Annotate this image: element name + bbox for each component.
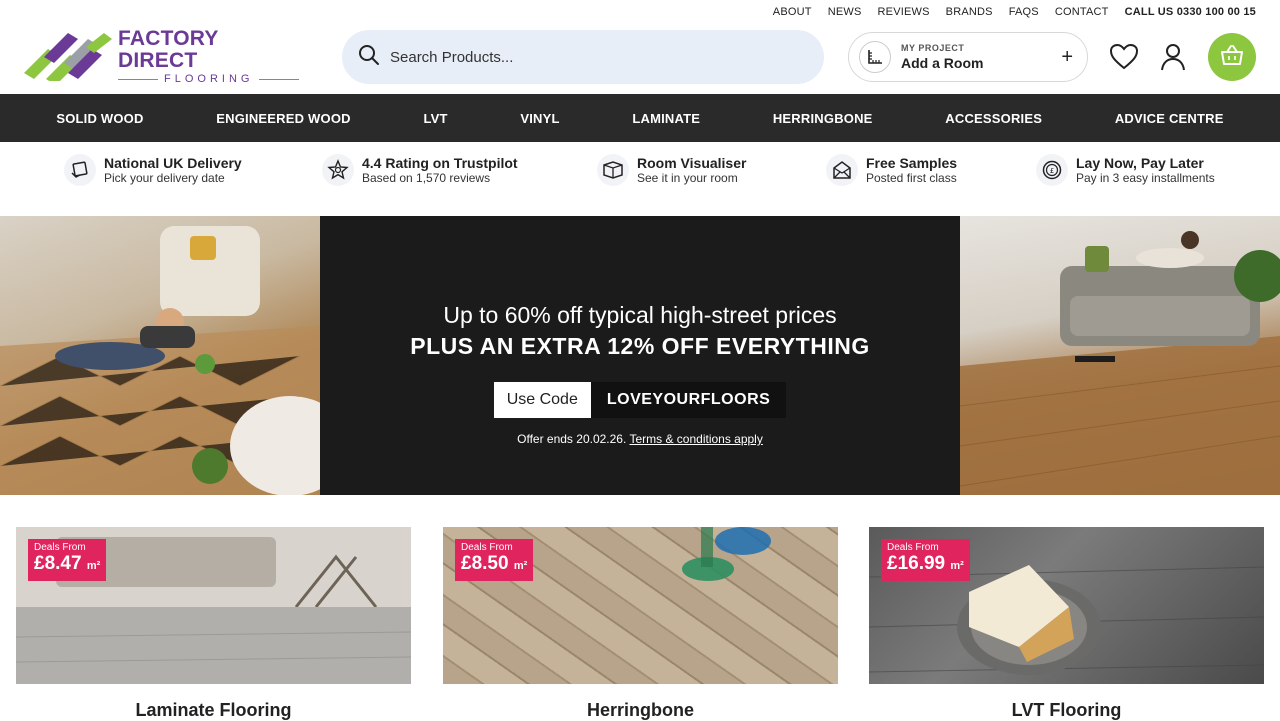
basket-button[interactable]: [1208, 33, 1256, 81]
deal-price-value: £8.50: [461, 553, 509, 574]
delivery-icon: [64, 154, 96, 186]
logo-line1: FACTORY DIRECT: [118, 27, 219, 72]
category-name[interactable]: LVT Flooring: [869, 700, 1264, 721]
promo-code-value[interactable]: LOVEYOURFLOORS: [590, 382, 787, 418]
usp-delivery-title: National UK Delivery: [104, 154, 242, 171]
nav-laminate[interactable]: LAMINATE: [632, 111, 700, 126]
promo-code-label: Use Code: [493, 382, 591, 418]
hero-image-left: [0, 216, 320, 495]
category-name[interactable]: Laminate Flooring: [16, 700, 411, 721]
usp-visualiser-title: Room Visualiser: [637, 154, 747, 171]
usp-pay-later-title: Lay Now, Pay Later: [1076, 154, 1204, 171]
deal-label: Deals From: [887, 542, 939, 553]
envelope-icon: [826, 154, 858, 186]
logo-rule-left: [118, 78, 158, 80]
hero-headline: Up to 60% off typical high-street prices: [443, 302, 837, 328]
usp-delivery[interactable]: National UK Delivery Pick your delivery …: [64, 154, 242, 186]
usp-strip: National UK Delivery Pick your delivery …: [0, 142, 1280, 216]
nav-solid-wood[interactable]: SOLID WOOD: [56, 111, 143, 126]
deal-price: £8.47 m²: [34, 553, 100, 577]
deal-badge: Deals From £8.50 m²: [455, 539, 534, 581]
category-card-laminate[interactable]: Deals From £8.47 m² Laminate Flooring: [16, 527, 411, 721]
hero-banner[interactable]: Up to 60% off typical high-street prices…: [0, 216, 1280, 495]
utility-link-news[interactable]: NEWS: [828, 6, 862, 18]
category-image-lvt[interactable]: Deals From £16.99 m²: [869, 527, 1264, 684]
star-rating-icon: [322, 154, 354, 186]
category-name[interactable]: Herringbone: [443, 700, 838, 721]
main-nav: SOLID WOOD ENGINEERED WOOD LVT VINYL LAM…: [0, 94, 1280, 142]
hero-image-right: [960, 216, 1280, 495]
utility-link-contact[interactable]: CONTACT: [1055, 6, 1109, 18]
my-project-kicker: MY PROJECT: [901, 43, 965, 53]
site-logo[interactable]: FACTORY DIRECT FLOORING: [24, 28, 300, 85]
svg-text:£: £: [1050, 167, 1054, 175]
my-project-label: Add a Room: [901, 55, 984, 71]
utility-link-brands[interactable]: BRANDS: [946, 6, 993, 18]
logo-wordmark: FACTORY DIRECT FLOORING: [118, 27, 300, 86]
terms-link[interactable]: Terms & conditions apply: [629, 432, 762, 446]
logo-line2: FLOORING: [164, 73, 254, 85]
pay-later-icon: £: [1036, 154, 1068, 186]
deal-price-unit: m²: [950, 560, 964, 572]
offer-ends-text: Offer ends 20.02.26.: [517, 432, 627, 446]
search-icon[interactable]: [358, 44, 380, 71]
basket-icon: [1220, 44, 1244, 71]
deal-badge: Deals From £8.47 m²: [28, 539, 107, 581]
utility-link-faqs[interactable]: FAQS: [1009, 6, 1039, 18]
category-card-lvt[interactable]: Deals From £16.99 m² LVT Flooring: [869, 527, 1264, 721]
hero-subheadline: PLUS AN EXTRA 12% OFF EVERYTHING: [410, 333, 870, 359]
logo-rule-right: [259, 78, 300, 80]
usp-visualiser[interactable]: Room Visualiser See it in your room: [597, 154, 746, 186]
offer-terms-line: Offer ends 20.02.26. Terms & conditions …: [517, 432, 763, 446]
utility-link-reviews[interactable]: REVIEWS: [878, 6, 930, 18]
my-project-button[interactable]: MY PROJECT Add a Room +: [848, 32, 1088, 82]
search-input[interactable]: [390, 48, 790, 66]
site-header: FACTORY DIRECT FLOORING MY PROJECT Add a…: [0, 24, 1280, 94]
hero-promo-panel: Up to 60% off typical high-street prices…: [320, 216, 960, 495]
nav-vinyl[interactable]: VINYL: [520, 111, 559, 126]
nav-herringbone[interactable]: HERRINGBONE: [773, 111, 873, 126]
usp-trustpilot[interactable]: 4.4 Rating on Trustpilot Based on 1,570 …: [322, 154, 518, 186]
plus-icon[interactable]: +: [1061, 46, 1073, 69]
deal-price-value: £16.99: [887, 553, 946, 574]
nav-lvt[interactable]: LVT: [423, 111, 447, 126]
search-bar[interactable]: [342, 30, 824, 84]
usp-pay-later[interactable]: £ Lay Now, Pay Later Pay in 3 easy insta…: [1036, 154, 1215, 186]
wishlist-heart-icon[interactable]: [1109, 42, 1139, 72]
nav-advice-centre[interactable]: ADVICE CENTRE: [1115, 111, 1224, 126]
logo-line2-wrap: FLOORING: [118, 72, 300, 86]
category-card-herringbone[interactable]: Deals From £8.50 m² Herringbone: [443, 527, 838, 721]
category-image-laminate[interactable]: Deals From £8.47 m²: [16, 527, 411, 684]
utility-bar: ABOUT NEWS REVIEWS BRANDS FAQS CONTACT C…: [773, 0, 1256, 24]
usp-samples-title: Free Samples: [866, 154, 958, 171]
usp-samples-sub: Posted first class: [866, 170, 957, 185]
usp-delivery-sub: Pick your delivery date: [104, 170, 225, 185]
room-icon: [597, 154, 629, 186]
call-us-link[interactable]: CALL US 0330 100 00 15: [1125, 6, 1256, 18]
account-user-icon[interactable]: [1158, 42, 1188, 72]
logo-mark-icon: [24, 33, 114, 85]
usp-visualiser-sub: See it in your room: [637, 170, 738, 185]
ruler-room-icon: [859, 41, 891, 73]
promo-code-box[interactable]: Use Code LOVEYOURFLOORS: [493, 382, 787, 418]
deal-price: £16.99 m²: [887, 553, 964, 577]
nav-accessories[interactable]: ACCESSORIES: [945, 111, 1042, 126]
usp-samples[interactable]: Free Samples Posted first class: [826, 154, 957, 186]
usp-trustpilot-title: 4.4 Rating on Trustpilot: [362, 154, 518, 171]
deal-label: Deals From: [461, 542, 513, 553]
usp-trustpilot-sub: Based on 1,570 reviews: [362, 170, 491, 185]
deal-label: Deals From: [34, 542, 86, 553]
nav-engineered-wood[interactable]: ENGINEERED WOOD: [216, 111, 350, 126]
deal-price-unit: m²: [513, 560, 528, 572]
deal-price: £8.50 m²: [461, 553, 527, 577]
deal-badge: Deals From £16.99 m²: [881, 539, 970, 581]
my-project-text: MY PROJECT Add a Room: [901, 43, 983, 71]
category-grid: Deals From £8.47 m² Laminate Flooring De…: [0, 527, 1280, 720]
deal-price-unit: m²: [86, 560, 101, 572]
usp-pay-later-sub: Pay in 3 easy installments: [1076, 170, 1215, 185]
utility-link-about[interactable]: ABOUT: [773, 6, 812, 18]
category-image-herringbone[interactable]: Deals From £8.50 m²: [443, 527, 838, 684]
deal-price-value: £8.47: [34, 553, 82, 574]
